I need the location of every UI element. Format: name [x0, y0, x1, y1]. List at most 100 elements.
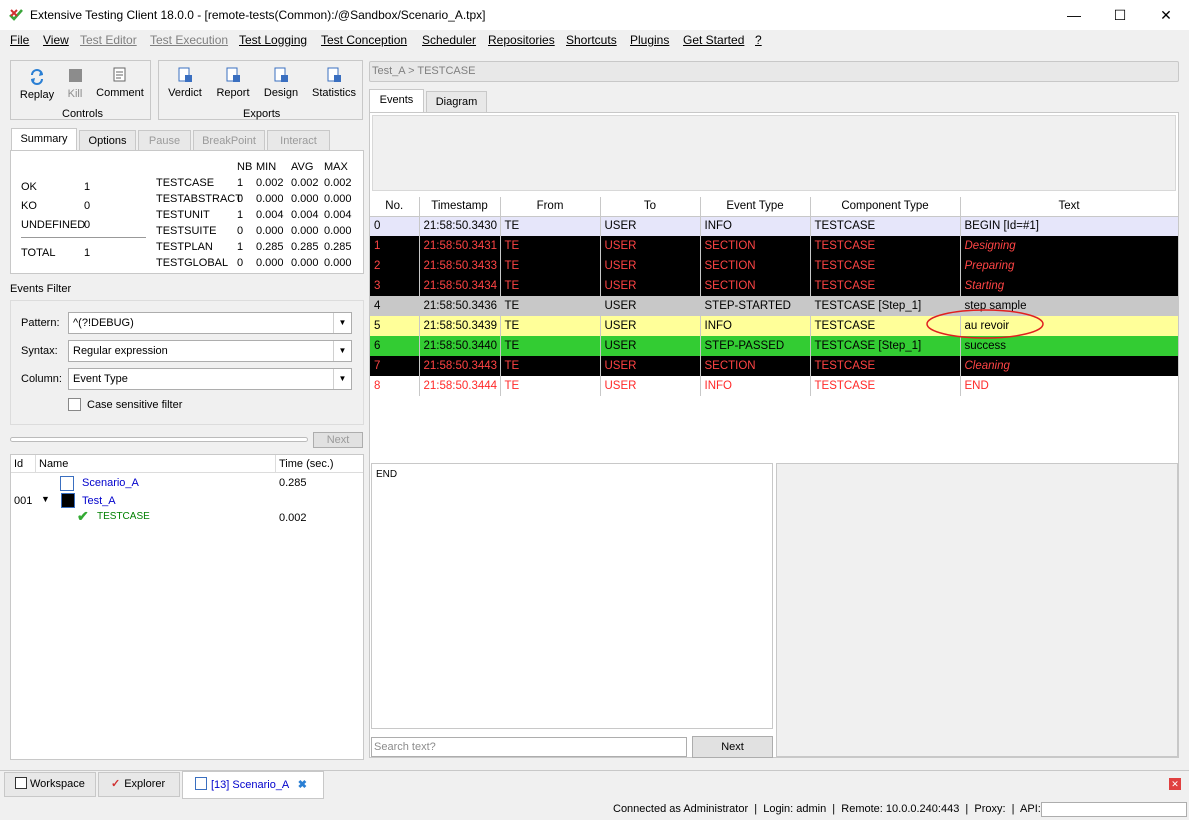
tree-test-name[interactable]: Test_A [82, 495, 116, 507]
replay-icon [31, 69, 43, 85]
syntax-combo[interactable]: Regular expression ▼ [68, 340, 352, 362]
event-ts-cell: 21:58:50.3430 [419, 216, 501, 236]
bottom-tab-bar: Workspace ✓ Explorer [13] Scenario_A ✖ ✕ [0, 770, 1189, 799]
col-nb: NB [237, 161, 253, 173]
tree-testcase-name[interactable]: TESTCASE [97, 511, 150, 522]
menu-test-execution[interactable]: Test Execution [150, 33, 228, 47]
event-detail-text: END [371, 463, 773, 729]
event-detail-raw [776, 463, 1178, 757]
chevron-down-icon: ▼ [333, 369, 351, 389]
tab-events[interactable]: Events [369, 89, 424, 112]
close-all-icon[interactable]: ✕ [1169, 778, 1181, 790]
chevron-down-icon: ▼ [333, 341, 351, 361]
kill-button[interactable]: Kill [61, 69, 89, 100]
tab-interact[interactable]: Interact [267, 130, 330, 151]
statistics-icon [327, 67, 341, 82]
event-row[interactable]: 1 21:58:50.3431 TE USER SECTION TESTCASE Desig… [370, 236, 1179, 256]
close-tab-icon[interactable]: ✖ [298, 779, 307, 791]
col-text[interactable]: Text [960, 197, 1179, 217]
design-button[interactable]: Design [260, 67, 302, 99]
event-row[interactable]: 5 21:58:50.3439 TE USER INFO TESTCASE au revoi… [370, 316, 1179, 336]
verdict-label: Verdict [168, 87, 202, 99]
event-type-cell: STEP-PASSED [700, 336, 811, 356]
event-type-cell: SECTION [700, 236, 811, 256]
menu-repositories[interactable]: Repositories [488, 33, 555, 47]
menu-help[interactable]: ? [755, 33, 762, 47]
filter-next-button[interactable]: Next [313, 432, 363, 448]
menu-shortcuts[interactable]: Shortcuts [566, 33, 617, 47]
summary-nb-cell: 1 [237, 177, 244, 189]
event-text-cell: END [960, 376, 1179, 396]
event-to-cell: USER [600, 316, 701, 336]
event-type-cell: STEP-STARTED [700, 296, 811, 316]
summary-nb-cell: 1 [237, 209, 244, 221]
col-timestamp[interactable]: Timestamp [419, 197, 501, 217]
comment-button[interactable]: Comment [95, 67, 145, 99]
event-row[interactable]: 7 21:58:50.3443 TE USER SECTION TESTCASE Clean… [370, 356, 1179, 376]
ko-value: 0 [84, 200, 91, 212]
column-combo[interactable]: Event Type ▼ [68, 368, 352, 390]
event-from-cell: TE [500, 316, 601, 336]
case-sensitive-checkbox[interactable] [68, 398, 81, 411]
event-no-cell: 6 [370, 336, 420, 356]
event-row[interactable]: 8 21:58:50.3444 TE USER INFO TESTCASE END [370, 376, 1179, 396]
tab-scenario-label: [13] Scenario_A [211, 779, 289, 791]
tab-diagram[interactable]: Diagram [426, 91, 487, 112]
tab-summary[interactable]: Summary [11, 128, 77, 151]
event-from-cell: TE [500, 236, 601, 256]
replay-button[interactable]: Replay [17, 69, 57, 101]
tab-explorer[interactable]: ✓ Explorer [98, 772, 180, 797]
expand-arrow-icon[interactable]: ▼ [41, 494, 50, 504]
col-to[interactable]: To [600, 197, 701, 217]
event-to-cell: USER [600, 356, 701, 376]
menu-file[interactable]: File [10, 33, 29, 47]
menu-test-editor[interactable]: Test Editor [80, 33, 137, 47]
tab-breakpoint[interactable]: BreakPoint [193, 130, 265, 151]
maximize-button[interactable]: ☐ [1097, 0, 1143, 30]
event-no-cell: 3 [370, 276, 420, 296]
event-row[interactable]: 0 21:58:50.3430 TE USER INFO TESTCASE BEGIN [I… [370, 216, 1179, 236]
menu-view[interactable]: View [43, 33, 69, 47]
menu-get-started[interactable]: Get Started [683, 33, 744, 47]
summary-min-cell: 0.004 [256, 209, 284, 221]
search-input[interactable]: Search text? [371, 737, 687, 757]
col-from[interactable]: From [500, 197, 601, 217]
col-max: MAX [324, 161, 348, 173]
summary-avg-cell: 0.000 [291, 225, 319, 237]
event-row[interactable]: 3 21:58:50.3434 TE USER SECTION TESTCASE Start… [370, 276, 1179, 296]
event-ts-cell: 21:58:50.3431 [419, 236, 501, 256]
report-button[interactable]: Report [213, 67, 253, 99]
event-row[interactable]: 4 21:58:50.3436 TE USER STEP-STARTED TESTCASE… [370, 296, 1179, 316]
filter-progress-bar [10, 437, 308, 442]
events-filter-title: Events Filter [10, 283, 72, 295]
col-component-type[interactable]: Component Type [810, 197, 961, 217]
tab-workspace[interactable]: Workspace [4, 772, 96, 797]
menu-test-conception[interactable]: Test Conception [321, 33, 407, 47]
summary-avg-cell: 0.004 [291, 209, 319, 221]
tree-scenario-name[interactable]: Scenario_A [82, 477, 139, 489]
syntax-label: Syntax: [21, 345, 58, 357]
col-no[interactable]: No. [370, 197, 420, 217]
event-row[interactable]: 2 21:58:50.3433 TE USER SECTION TESTCASE Prepa… [370, 256, 1179, 276]
total-label: TOTAL [21, 247, 56, 259]
minimize-button[interactable]: — [1051, 0, 1097, 30]
tab-options[interactable]: Options [79, 130, 136, 151]
app-logo-icon [9, 9, 23, 21]
statistics-button[interactable]: Statistics [307, 67, 361, 99]
menu-plugins[interactable]: Plugins [630, 33, 669, 47]
col-event-type[interactable]: Event Type [700, 197, 811, 217]
menu-test-logging[interactable]: Test Logging [239, 33, 307, 47]
event-text-cell: Cleaning [960, 356, 1179, 376]
search-next-button[interactable]: Next [692, 736, 773, 758]
menu-scheduler[interactable]: Scheduler [422, 33, 476, 47]
summary-avg-cell: 0.285 [291, 241, 319, 253]
tab-pause[interactable]: Pause [138, 130, 191, 151]
close-button[interactable]: ✕ [1143, 0, 1189, 30]
summary-nb-cell: 0 [237, 257, 244, 269]
pattern-combo[interactable]: ^(?!DEBUG) ▼ [68, 312, 352, 334]
col-avg: AVG [291, 161, 314, 173]
tree-header: Id Name Time (sec.) [11, 455, 363, 473]
event-row[interactable]: 6 21:58:50.3440 TE USER STEP-PASSED TESTCASE … [370, 336, 1179, 356]
verdict-button[interactable]: Verdict [165, 67, 205, 99]
tab-scenario-a[interactable]: [13] Scenario_A ✖ [182, 771, 324, 799]
